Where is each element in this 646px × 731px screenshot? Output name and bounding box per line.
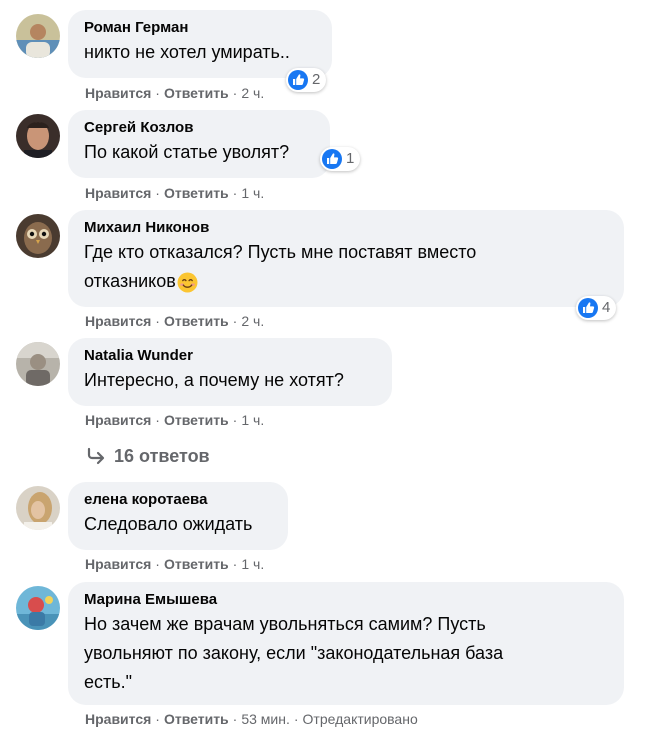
avatar[interactable] bbox=[16, 342, 60, 386]
avatar[interactable] bbox=[16, 214, 60, 258]
reaction-count-badge[interactable]: 1 bbox=[320, 147, 361, 171]
reaction-count-badge[interactable]: 4 bbox=[576, 296, 617, 320]
comment-timestamp[interactable]: 1 ч. bbox=[241, 556, 264, 572]
comment-timestamp[interactable]: 53 мин. bbox=[241, 711, 290, 727]
separator: · bbox=[232, 185, 238, 201]
comment-author[interactable]: Роман Герман bbox=[84, 18, 318, 38]
like-reaction-icon bbox=[288, 70, 308, 90]
comment-author[interactable]: елена коротаева bbox=[84, 490, 274, 510]
separator: · bbox=[232, 313, 238, 329]
comment-text-line: отказников bbox=[84, 271, 176, 291]
separator: · bbox=[232, 711, 238, 727]
reaction-count: 2 bbox=[312, 71, 321, 88]
comment-bubble: елена коротаева Следовало ожидать bbox=[68, 482, 288, 550]
like-link[interactable]: Нравится bbox=[85, 85, 151, 101]
separator: · bbox=[155, 85, 160, 101]
smiling-face-emoji-icon bbox=[177, 272, 198, 293]
comment-author[interactable]: Марина Емышева bbox=[84, 590, 610, 610]
replies-count-label: 16 ответов bbox=[114, 445, 210, 466]
reply-link[interactable]: Ответить bbox=[164, 85, 229, 101]
reaction-count: 4 bbox=[602, 299, 611, 316]
comment-actions: Нравится · Ответить · 1 ч. bbox=[85, 555, 264, 573]
comment-bubble: Сергей Козлов По какой статье уволят? bbox=[68, 110, 330, 178]
comment-bubble: Роман Герман никто не хотел умирать.. bbox=[68, 10, 332, 78]
comment-text-line: увольняют по закону, если "законодательн… bbox=[84, 643, 504, 663]
like-link[interactable]: Нравится bbox=[85, 412, 151, 428]
avatar[interactable] bbox=[16, 586, 60, 630]
reaction-count: 1 bbox=[346, 150, 355, 167]
reply-link[interactable]: Ответить bbox=[164, 412, 229, 428]
separator: · bbox=[155, 313, 160, 329]
comment-timestamp[interactable]: 2 ч. bbox=[241, 313, 264, 329]
reply-link[interactable]: Ответить bbox=[164, 313, 229, 329]
view-replies-link[interactable]: 16 ответов bbox=[86, 444, 210, 468]
comment-author[interactable]: Сергей Козлов bbox=[84, 118, 316, 138]
comment-text-line: Где кто отказался? Пусть мне поставят вм… bbox=[84, 242, 477, 262]
separator: · bbox=[155, 556, 160, 572]
separator: · bbox=[155, 185, 160, 201]
like-reaction-icon bbox=[322, 149, 342, 169]
comment-text: Где кто отказался? Пусть мне поставят вм… bbox=[84, 238, 610, 296]
like-link[interactable]: Нравится bbox=[85, 313, 151, 329]
comment-actions: Нравится · Ответить · 2 ч. bbox=[85, 312, 264, 330]
reply-arrow-icon bbox=[87, 447, 105, 465]
comment-bubble: Natalia Wunder Интересно, а почему не хо… bbox=[68, 338, 392, 406]
comment-text-line: Но зачем же врачам увольняться самим? Пу… bbox=[84, 614, 486, 634]
comment-bubble: Марина Емышева Но зачем же врачам увольн… bbox=[68, 582, 624, 705]
like-link[interactable]: Нравится bbox=[85, 185, 151, 201]
comment-text: Но зачем же врачам увольняться самим? Пу… bbox=[84, 610, 610, 697]
separator: · bbox=[232, 85, 238, 101]
reply-link[interactable]: Ответить bbox=[164, 711, 229, 727]
comment-actions: Нравится · Ответить · 53 мин. · Отредактирован… bbox=[85, 710, 418, 728]
comment-text: Интересно, а почему не хотят? bbox=[84, 370, 344, 390]
comment-timestamp[interactable]: 2 ч. bbox=[241, 85, 264, 101]
edited-label[interactable]: Отредактировано bbox=[303, 711, 418, 727]
avatar[interactable] bbox=[16, 114, 60, 158]
comment-bubble: Михаил Никонов Где кто отказался? Пусть … bbox=[68, 210, 624, 307]
separator: · bbox=[155, 412, 160, 428]
avatar[interactable] bbox=[16, 486, 60, 530]
like-reaction-icon bbox=[578, 298, 598, 318]
comment-author[interactable]: Natalia Wunder bbox=[84, 346, 378, 366]
separator: · bbox=[293, 711, 299, 727]
separator: · bbox=[232, 412, 238, 428]
comment-actions: Нравится · Ответить · 1 ч. bbox=[85, 411, 264, 429]
comment-timestamp[interactable]: 1 ч. bbox=[241, 412, 264, 428]
reaction-count-badge[interactable]: 2 bbox=[286, 68, 327, 92]
comment-timestamp[interactable]: 1 ч. bbox=[241, 185, 264, 201]
separator: · bbox=[155, 711, 160, 727]
avatar[interactable] bbox=[16, 14, 60, 58]
comment-actions: Нравится · Ответить · 1 ч. bbox=[85, 184, 264, 202]
separator: · bbox=[232, 556, 238, 572]
like-link[interactable]: Нравится bbox=[85, 556, 151, 572]
comment-text: никто не хотел умирать.. bbox=[84, 42, 290, 62]
comment-text-line: есть." bbox=[84, 672, 133, 692]
comment-actions: Нравится · Ответить · 2 ч. bbox=[85, 84, 264, 102]
like-link[interactable]: Нравится bbox=[85, 711, 151, 727]
reply-link[interactable]: Ответить bbox=[164, 185, 229, 201]
comment-text: Следовало ожидать bbox=[84, 514, 253, 534]
comment-author[interactable]: Михаил Никонов bbox=[84, 218, 610, 238]
reply-link[interactable]: Ответить bbox=[164, 556, 229, 572]
comment-text: По какой статье уволят? bbox=[84, 142, 290, 162]
